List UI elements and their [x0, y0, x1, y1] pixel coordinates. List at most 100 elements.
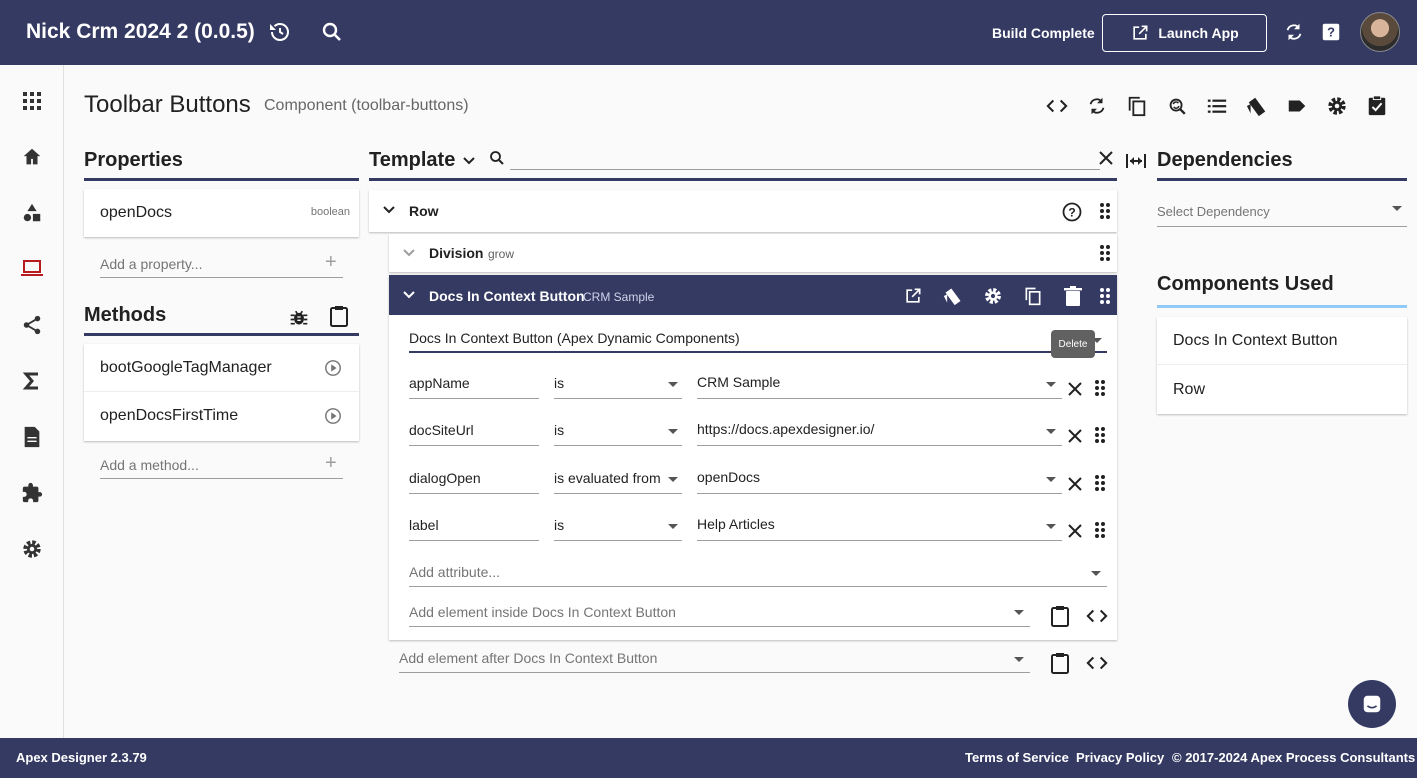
- template-row-node[interactable]: Row ?: [369, 190, 1117, 232]
- attribute-value-select[interactable]: CRM Sample: [697, 374, 1062, 399]
- component-used-item[interactable]: Docs In Context Button: [1157, 317, 1407, 365]
- add-element-inside-select[interactable]: Add element inside Docs In Context Butto…: [409, 604, 1030, 627]
- attribute-operator-select[interactable]: is: [554, 517, 682, 541]
- settings-gear-icon[interactable]: [1325, 94, 1349, 118]
- property-item[interactable]: openDocs boolean: [84, 189, 359, 237]
- value-caret-icon[interactable]: [1046, 477, 1056, 482]
- privacy-link[interactable]: Privacy Policy: [1076, 750, 1164, 765]
- settings-icon[interactable]: [20, 537, 44, 561]
- value-caret-icon[interactable]: [1046, 429, 1056, 434]
- operator-caret-icon[interactable]: [668, 382, 678, 387]
- style-icon[interactable]: [942, 285, 964, 307]
- laptop-icon[interactable]: [20, 257, 44, 281]
- copy-icon[interactable]: [1022, 285, 1044, 307]
- style-icon[interactable]: [1245, 94, 1269, 118]
- chat-launcher-button[interactable]: [1348, 680, 1396, 728]
- add-element-after-select[interactable]: Add element after Docs In Context Button: [399, 650, 1030, 673]
- add-method-input[interactable]: Add a method...: [100, 457, 343, 479]
- sigma-icon[interactable]: [20, 369, 44, 393]
- code-inside-icon[interactable]: [1086, 605, 1108, 627]
- remove-attribute-close-icon[interactable]: [1065, 474, 1085, 494]
- paste-after-clipboard-icon[interactable]: [1049, 651, 1071, 675]
- copy-icon[interactable]: [1125, 94, 1149, 118]
- attribute-value-select[interactable]: Help Articles: [697, 516, 1062, 541]
- clipboard-icon[interactable]: [328, 304, 350, 328]
- selected-chevron-down-icon[interactable]: [401, 287, 417, 303]
- drag-handle-icon[interactable]: [1090, 473, 1110, 493]
- delete-trash-icon[interactable]: [1062, 285, 1084, 307]
- operator-caret-icon[interactable]: [668, 477, 678, 482]
- code-after-icon[interactable]: [1086, 652, 1108, 674]
- assignment-check-icon[interactable]: [1365, 94, 1389, 118]
- document-icon[interactable]: [20, 425, 44, 449]
- extension-icon[interactable]: [20, 481, 44, 505]
- sync-icon[interactable]: [1085, 94, 1109, 118]
- paste-inside-clipboard-icon[interactable]: [1049, 604, 1071, 628]
- method-item[interactable]: openDocsFirstTime: [84, 392, 359, 440]
- history-icon[interactable]: [266, 18, 294, 46]
- add-after-caret-icon[interactable]: [1014, 657, 1024, 662]
- template-division-node[interactable]: Division grow: [389, 234, 1117, 272]
- add-attribute-caret-icon[interactable]: [1091, 571, 1101, 576]
- operator-caret-icon[interactable]: [668, 524, 678, 529]
- attribute-value-select[interactable]: openDocs: [697, 469, 1062, 494]
- attribute-value-select[interactable]: https://docs.apexdesigner.io/: [697, 421, 1062, 446]
- value-caret-icon[interactable]: [1046, 524, 1056, 529]
- find-replace-icon[interactable]: [1165, 94, 1189, 118]
- component-select[interactable]: Docs In Context Button (Apex Dynamic Com…: [409, 330, 1107, 353]
- share-icon[interactable]: [20, 313, 44, 337]
- attribute-operator-select[interactable]: is evaluated from: [554, 470, 682, 494]
- bug-icon[interactable]: [288, 306, 310, 328]
- add-inside-caret-icon[interactable]: [1014, 610, 1024, 615]
- attribute-operator-select[interactable]: is: [554, 375, 682, 399]
- operator-caret-icon[interactable]: [668, 429, 678, 434]
- play-circle-icon[interactable]: [323, 358, 343, 378]
- attribute-name-input[interactable]: appName: [409, 375, 539, 399]
- component-used-item[interactable]: Row: [1157, 366, 1407, 414]
- list-icon[interactable]: [1205, 94, 1229, 118]
- drag-handle-icon[interactable]: [1090, 425, 1110, 445]
- drag-handle-icon[interactable]: [1095, 243, 1115, 263]
- attribute-name-input[interactable]: label: [409, 517, 539, 541]
- template-search-input[interactable]: [510, 148, 1100, 170]
- clear-search-close-icon[interactable]: [1096, 148, 1116, 168]
- value-caret-icon[interactable]: [1046, 382, 1056, 387]
- home-icon[interactable]: [20, 145, 44, 169]
- open-in-new-icon[interactable]: [902, 285, 924, 307]
- add-attribute-select[interactable]: Add attribute...: [409, 564, 1107, 587]
- play-circle-icon[interactable]: [323, 406, 343, 426]
- help-circle-icon[interactable]: ?: [1061, 201, 1083, 223]
- search-icon[interactable]: [318, 18, 346, 46]
- attribute-name-input[interactable]: docSiteUrl: [409, 422, 539, 446]
- label-icon[interactable]: [1285, 94, 1309, 118]
- row-chevron-down-icon[interactable]: [381, 202, 397, 218]
- help-icon[interactable]: ?: [1317, 18, 1345, 46]
- remove-attribute-close-icon[interactable]: [1065, 379, 1085, 399]
- add-property-plus-icon[interactable]: +: [325, 251, 337, 274]
- attribute-operator-select[interactable]: is: [554, 422, 682, 446]
- user-avatar[interactable]: [1360, 12, 1400, 52]
- add-property-input[interactable]: Add a property...: [100, 256, 343, 278]
- remove-attribute-close-icon[interactable]: [1065, 426, 1085, 446]
- drag-handle-icon[interactable]: [1095, 286, 1115, 306]
- code-icon[interactable]: [1045, 94, 1069, 118]
- remove-attribute-close-icon[interactable]: [1065, 521, 1085, 541]
- expand-width-icon[interactable]: [1124, 150, 1148, 172]
- division-chevron-down-icon[interactable]: [401, 245, 417, 261]
- refresh-icon[interactable]: [1280, 18, 1308, 46]
- settings-gear-icon[interactable]: [982, 285, 1004, 307]
- template-chevron-down-icon[interactable]: [459, 151, 479, 171]
- dependency-caret-icon[interactable]: [1392, 206, 1402, 211]
- attribute-name-input[interactable]: dialogOpen: [409, 470, 539, 494]
- shapes-icon[interactable]: [20, 201, 44, 225]
- add-method-plus-icon[interactable]: +: [325, 452, 337, 475]
- select-dependency[interactable]: Select Dependency: [1157, 204, 1407, 227]
- app-title[interactable]: Nick Crm 2024 2 (0.0.5): [26, 20, 255, 44]
- drag-handle-icon[interactable]: [1090, 520, 1110, 540]
- launch-app-button[interactable]: Launch App: [1102, 14, 1267, 52]
- selected-element-header[interactable]: Docs In Context Button CRM Sample: [389, 275, 1117, 315]
- terms-link[interactable]: Terms of Service: [965, 750, 1069, 765]
- drag-handle-icon[interactable]: [1090, 378, 1110, 398]
- apps-grid-icon[interactable]: [20, 89, 44, 113]
- drag-handle-icon[interactable]: [1095, 201, 1115, 221]
